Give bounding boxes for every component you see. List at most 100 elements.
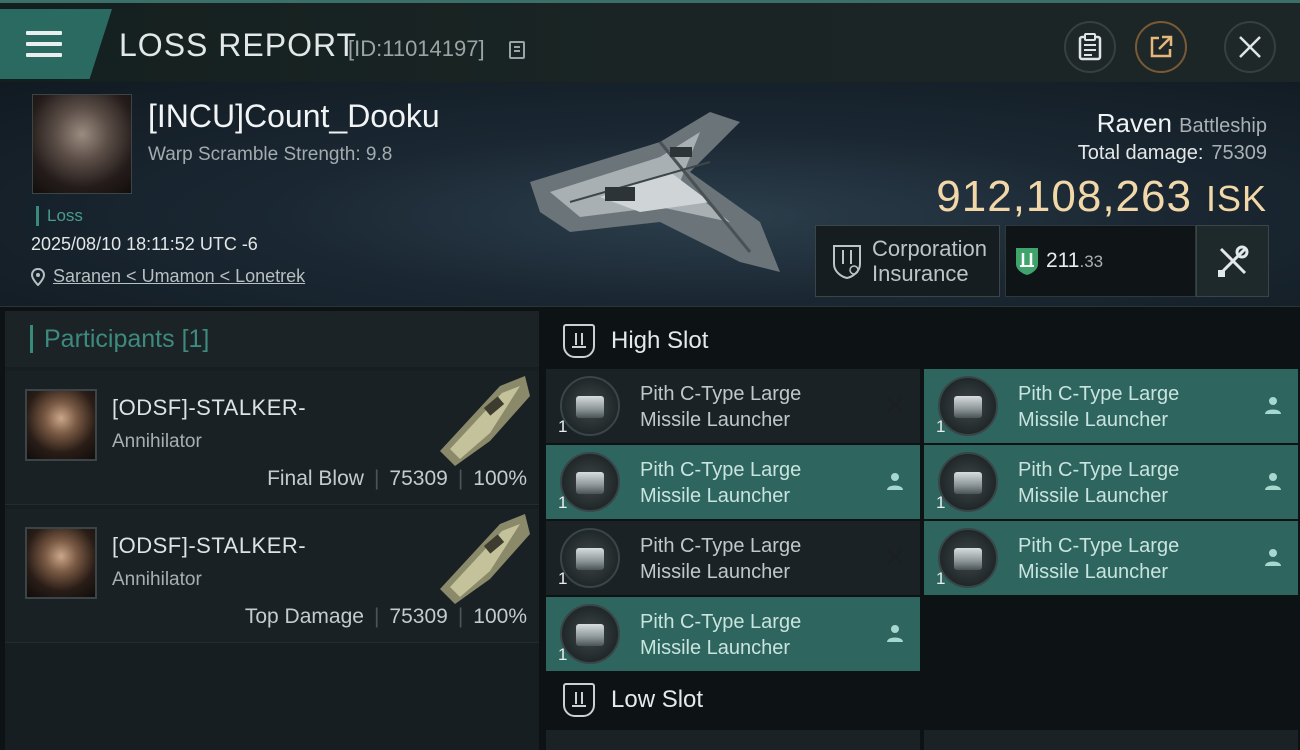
insurance-shield-icon	[833, 245, 861, 280]
victim-ship[interactable]: Raven Battleship	[1097, 108, 1267, 139]
total-damage-label: Total damage:	[1077, 142, 1204, 164]
module-quantity: 1	[558, 569, 568, 588]
high-slot-header: High Slot	[545, 311, 1300, 371]
module-name-line2: Missile Launcher	[1018, 409, 1169, 431]
module-item[interactable]: 1 Pith C-Type Large Missile Launcher	[924, 445, 1298, 519]
participant-role: Top Damage	[244, 605, 364, 628]
participants-count: [1]	[181, 325, 210, 353]
participant-row[interactable]: [ODSF]-STALKER- Annihilator Final Blow |…	[5, 371, 539, 505]
missile-launcher-icon	[560, 452, 620, 512]
location-link[interactable]: Saranen < Umamon < Lonetrek	[31, 266, 305, 287]
header-bar: LOSS REPORT [ID:11014197]	[0, 0, 1300, 82]
high-slot-icon	[563, 324, 595, 358]
module-name-line1: Pith C-Type Large	[1018, 459, 1180, 481]
module-name-line1: Pith C-Type Large	[640, 383, 802, 405]
module-item[interactable]: 1 Pith C-Type Large Missile Launcher	[924, 521, 1298, 595]
dropped-person-icon	[887, 473, 903, 490]
participant-row[interactable]: [ODSF]-STALKER- Annihilator Top Damage |…	[5, 509, 539, 643]
dropped-person-icon	[1265, 473, 1281, 490]
page-title: LOSS REPORT	[119, 27, 358, 63]
participants-panel: Participants [1] [ODSF]-STALKER- Annihil…	[5, 311, 539, 750]
module-name: Pith C-Type Large Missile Launcher	[640, 533, 801, 585]
module-name: Pith C-Type Large Missile Launcher	[640, 381, 801, 433]
module-item[interactable]: 1 Pith C-Type Large Missile Launcher	[546, 597, 920, 671]
plex-icon	[1016, 248, 1038, 275]
module-quantity: 1	[936, 417, 946, 436]
close-button[interactable]	[1224, 21, 1276, 73]
hamburger-icon	[26, 31, 62, 59]
module-item[interactable]: 1 Pith C-Type Large Missile Launcher	[546, 369, 920, 443]
share-button[interactable]	[1135, 21, 1187, 73]
isk-unit: ISK	[1205, 178, 1267, 219]
module-item-partial[interactable]	[546, 730, 920, 750]
module-item[interactable]: 1 Pith C-Type Large Missile Launcher	[924, 369, 1298, 443]
module-name-line1: Pith C-Type Large	[640, 611, 802, 633]
participant-ship: Annihilator	[112, 569, 202, 590]
participant-role: Final Blow	[267, 467, 364, 490]
module-name: Pith C-Type Large Missile Launcher	[1018, 533, 1179, 585]
raven-ship-image	[530, 112, 780, 272]
module-quantity: 1	[558, 493, 568, 512]
location-text[interactable]: Saranen < Umamon < Lonetrek	[53, 266, 305, 287]
corporation-insurance-button[interactable]: Corporation Insurance	[815, 225, 1000, 297]
warp-scramble-strength: Warp Scramble Strength: 9.8	[148, 144, 393, 165]
insurance-line1: Corporation	[872, 236, 987, 261]
module-name-line1: Pith C-Type Large	[1018, 535, 1180, 557]
module-item-partial[interactable]	[924, 730, 1298, 750]
missile-launcher-icon	[560, 528, 620, 588]
participants-title: Participants	[44, 325, 175, 353]
participant-portrait[interactable]	[25, 389, 97, 461]
location-pin-icon	[31, 267, 45, 286]
module-name: Pith C-Type Large Missile Launcher	[640, 457, 801, 509]
module-name-line2: Missile Launcher	[640, 561, 791, 583]
destroyed-icon	[887, 397, 903, 413]
missile-launcher-icon	[938, 452, 998, 512]
ship-name: Raven	[1096, 108, 1172, 138]
victim-portrait[interactable]	[32, 94, 132, 194]
annihilator-ship-image	[440, 514, 530, 604]
participant-damage: 75309	[389, 467, 448, 490]
module-item[interactable]: 1 Pith C-Type Large Missile Launcher	[546, 445, 920, 519]
module-item[interactable]: 1 Pith C-Type Large Missile Launcher	[546, 521, 920, 595]
participant-name[interactable]: [ODSF]-STALKER-	[112, 395, 306, 421]
missile-launcher-icon	[938, 528, 998, 588]
participants-header: Participants [1]	[5, 311, 539, 367]
copy-icon[interactable]	[509, 41, 525, 59]
loss-label: Loss	[36, 206, 83, 226]
module-name-line2: Missile Launcher	[640, 485, 791, 507]
module-name-line2: Missile Launcher	[640, 409, 791, 431]
plex-dec: .33	[1079, 252, 1104, 271]
close-icon	[1239, 36, 1261, 58]
module-quantity: 1	[558, 645, 568, 664]
tools-icon	[1217, 245, 1248, 277]
module-name-line2: Missile Launcher	[1018, 561, 1169, 583]
missile-launcher-icon	[560, 604, 620, 664]
victim-name[interactable]: [INCU]Count_Dooku	[148, 98, 440, 135]
share-icon	[1150, 35, 1173, 58]
clipboard-button[interactable]	[1064, 21, 1116, 73]
insurance-line2: Insurance	[872, 261, 969, 286]
annihilator-ship-image	[440, 376, 530, 466]
module-name: Pith C-Type Large Missile Launcher	[1018, 381, 1179, 433]
low-slot-header: Low Slot	[545, 670, 1300, 730]
fitting-button[interactable]	[1196, 225, 1269, 297]
module-name-line1: Pith C-Type Large	[1018, 383, 1180, 405]
participant-portrait[interactable]	[25, 527, 97, 599]
ship-class: Battleship	[1179, 115, 1267, 137]
participant-stats: Final Blow | 75309 | 100%	[267, 467, 527, 490]
missile-launcher-icon	[938, 376, 998, 436]
module-name-line2: Missile Launcher	[1018, 485, 1169, 507]
low-slot-label: Low Slot	[611, 686, 704, 713]
module-name-line2: Missile Launcher	[640, 637, 791, 659]
module-name: Pith C-Type Large Missile Launcher	[1018, 457, 1179, 509]
high-slot-label: High Slot	[611, 327, 709, 354]
module-name-line1: Pith C-Type Large	[640, 535, 802, 557]
participant-damage: 75309	[389, 605, 448, 628]
victim-summary: [INCU]Count_Dooku Warp Scramble Strength…	[0, 82, 1300, 307]
menu-button[interactable]	[0, 9, 112, 79]
destroyed-icon	[887, 549, 903, 565]
kill-datetime: 2025/08/10 18:11:52 UTC -6	[31, 234, 258, 254]
participant-name[interactable]: [ODSF]-STALKER-	[112, 533, 306, 559]
module-quantity: 1	[936, 493, 946, 512]
participant-stats: Top Damage | 75309 | 100%	[244, 605, 527, 628]
